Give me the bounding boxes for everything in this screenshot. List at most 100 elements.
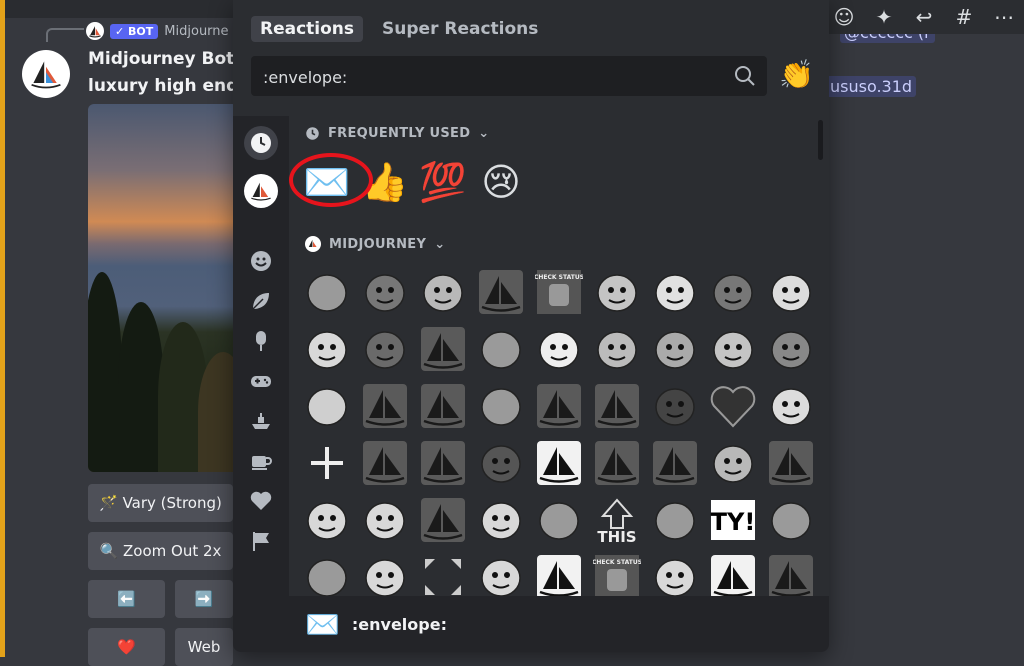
custom-emoji-boat[interactable] [419, 325, 467, 373]
custom-emoji-face[interactable] [477, 496, 525, 544]
custom-emoji-boat[interactable] [477, 268, 525, 316]
custom-emoji-boat[interactable] [361, 382, 409, 430]
thread-icon[interactable]: # [950, 5, 978, 29]
custom-emoji-boatw[interactable] [535, 553, 583, 596]
custom-emoji-bat[interactable] [477, 439, 525, 487]
emoji-preview-footer: ✉️ :envelope: [233, 596, 829, 652]
pan-left-button[interactable]: ⬅️ [88, 580, 165, 618]
custom-emoji-boat[interactable] [651, 439, 699, 487]
custom-emoji-blob[interactable] [477, 325, 525, 373]
custom-emoji-sword[interactable] [361, 268, 409, 316]
reply-author: Midjourne [164, 23, 229, 39]
symbols-category[interactable] [244, 484, 278, 518]
objects-category[interactable] [244, 444, 278, 478]
pan-right-button[interactable]: ➡️ [175, 580, 233, 618]
popsicle-icon [256, 331, 266, 351]
custom-emoji-hand[interactable] [651, 325, 699, 373]
custom-emoji-man[interactable] [767, 325, 815, 373]
custom-emoji-boat[interactable] [535, 382, 583, 430]
emoji-crying[interactable]: 😢 [477, 158, 525, 206]
custom-emoji-robot[interactable]: CHECK STATUS [593, 553, 641, 596]
avatar[interactable] [22, 50, 70, 98]
custom-emoji-face[interactable] [361, 496, 409, 544]
custom-emoji-boat[interactable] [419, 439, 467, 487]
custom-emoji-blob[interactable] [477, 382, 525, 430]
custom-emoji-skull[interactable] [651, 268, 699, 316]
custom-emoji-heart[interactable] [709, 382, 757, 430]
custom-emoji-arrows[interactable] [419, 553, 467, 596]
skin-tone-button[interactable]: 👏 [779, 58, 814, 91]
web-button[interactable]: Web [175, 628, 233, 666]
zoom-out-button[interactable]: 🔍 Zoom Out 2x [88, 532, 233, 570]
emoji-picker: Reactions Super Reactions 👏 [233, 0, 829, 652]
emoji-hundred[interactable]: 💯 [419, 158, 467, 206]
search-icon[interactable] [733, 64, 757, 88]
vary-strong-button[interactable]: 🪄 Vary (Strong) [88, 484, 233, 522]
custom-emoji-blob[interactable] [303, 268, 351, 316]
server-category-midjourney[interactable] [244, 174, 278, 208]
custom-emoji-portrait[interactable] [361, 325, 409, 373]
custom-emoji-boat[interactable] [593, 439, 641, 487]
custom-emoji-boatw[interactable] [535, 439, 583, 487]
custom-emoji-face[interactable] [361, 553, 409, 596]
travel-category[interactable] [244, 404, 278, 438]
custom-emoji-face[interactable] [303, 496, 351, 544]
custom-emoji-boat[interactable] [593, 382, 641, 430]
reply-preview[interactable]: ✓ BOT Midjourne [86, 21, 229, 41]
reply-icon[interactable]: ↩ [910, 5, 938, 29]
people-category[interactable] [244, 244, 278, 278]
custom-emoji-boat[interactable] [767, 439, 815, 487]
custom-emoji-mask[interactable] [593, 325, 641, 373]
author-name: Midjourney Bot [88, 49, 235, 69]
custom-emoji-face[interactable] [303, 325, 351, 373]
recent-category[interactable] [244, 126, 278, 160]
custom-emoji-this[interactable]: THIS [593, 496, 641, 544]
custom-emoji-cookie[interactable] [303, 382, 351, 430]
custom-emoji-ty[interactable]: TY! [709, 496, 757, 544]
section-header-frequent[interactable]: FREQUENTLY USED ⌄ [305, 126, 490, 141]
custom-emoji-blob[interactable] [535, 496, 583, 544]
smile-icon [251, 251, 271, 271]
nature-category[interactable] [244, 284, 278, 318]
super-reaction-icon[interactable]: ✦ [870, 5, 898, 29]
custom-emoji-eyes[interactable] [709, 268, 757, 316]
custom-emoji-boat[interactable] [419, 496, 467, 544]
custom-emoji-boat[interactable] [419, 382, 467, 430]
activity-category[interactable] [244, 364, 278, 398]
add-reaction-icon[interactable]: ☺ [830, 5, 858, 29]
emoji-search-input[interactable] [261, 56, 725, 98]
tab-reactions[interactable]: Reactions [251, 16, 364, 42]
custom-emoji-blob[interactable] [303, 553, 351, 596]
midjourney-icon [251, 182, 271, 201]
more-options-icon[interactable]: ⋯ [990, 5, 1018, 29]
message-prompt: luxury high end n [88, 76, 238, 96]
tab-super-reactions[interactable]: Super Reactions [373, 16, 547, 42]
food-category[interactable] [244, 324, 278, 358]
custom-emoji-boatw[interactable] [709, 553, 757, 596]
mention-right[interactable]: ususo.31d [826, 76, 917, 97]
custom-emoji-boat[interactable] [767, 553, 815, 596]
custom-emoji-face[interactable] [651, 553, 699, 596]
custom-emoji-robot[interactable]: CHECK STATUS [535, 268, 583, 316]
custom-emoji-plus[interactable] [303, 439, 351, 487]
custom-emoji-blob[interactable] [651, 496, 699, 544]
custom-emoji-face[interactable] [477, 553, 525, 596]
custom-emoji-cat[interactable] [709, 325, 757, 373]
custom-emoji-ghost[interactable] [767, 268, 815, 316]
custom-emoji-blob[interactable] [767, 496, 815, 544]
custom-emoji-cat[interactable] [593, 268, 641, 316]
custom-emoji-boat[interactable] [361, 439, 409, 487]
custom-emoji-smile[interactable] [535, 325, 583, 373]
custom-emoji-label: TY! [711, 508, 756, 536]
favorite-button[interactable]: ❤️ [88, 628, 165, 666]
custom-emoji-dog[interactable] [709, 439, 757, 487]
flags-category[interactable] [244, 524, 278, 558]
section-header-midjourney[interactable]: MIDJOURNEY ⌄ [305, 236, 445, 252]
hillside [198, 352, 238, 472]
reply-avatar [86, 22, 104, 40]
scrollbar[interactable] [818, 120, 823, 160]
custom-emoji-dog[interactable] [419, 268, 467, 316]
custom-emoji-bird[interactable] [651, 382, 699, 430]
generated-image[interactable] [88, 104, 238, 472]
custom-emoji-ghost[interactable] [767, 382, 815, 430]
